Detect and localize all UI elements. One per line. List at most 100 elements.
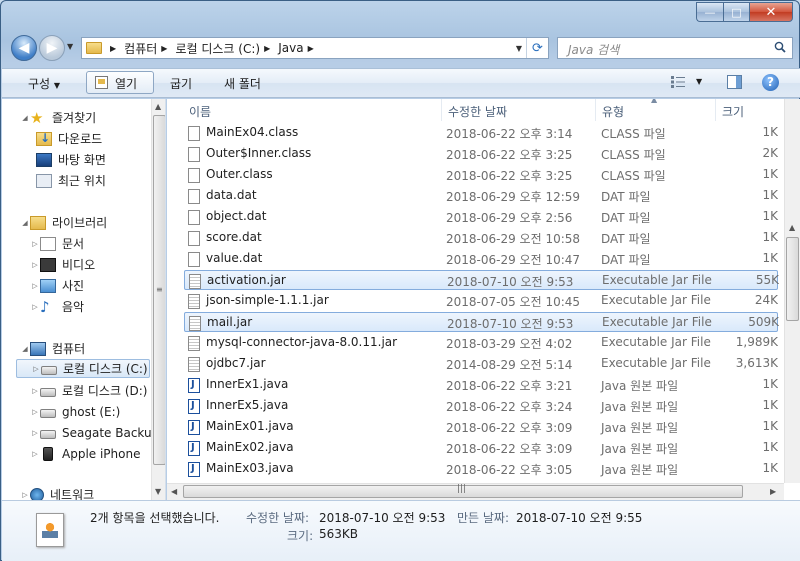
file-row[interactable]: object.dat 2018-06-29 오후 2:56 DAT 파일 1K xyxy=(184,207,778,227)
search-input[interactable]: Java 검색 xyxy=(557,37,793,59)
nav-drive-d[interactable]: ▷ 로컬 디스크 (D:) xyxy=(30,381,147,400)
column-name[interactable]: 이름 xyxy=(189,103,211,120)
file-row[interactable]: MainEx04.class 2018-06-22 오후 3:14 CLASS 파일… xyxy=(184,123,778,143)
file-row[interactable]: json-simple-1.1.1.jar 2018-07-05 오전 10:45… xyxy=(184,291,778,311)
file-size: 24K xyxy=(754,293,778,307)
nav-apple-iphone[interactable]: ▷ Apple iPhone xyxy=(30,444,140,463)
organize-button[interactable]: 구성 ▼ xyxy=(28,75,60,92)
recent-pages-dropdown[interactable]: ▼ xyxy=(67,42,73,51)
file-row[interactable]: Outer.class 2018-06-22 오후 3:25 CLASS 파일 1K xyxy=(184,165,778,185)
file-vertical-scrollbar[interactable]: ▲ xyxy=(784,99,800,483)
file-date: 2018-06-29 오전 10:58 xyxy=(446,232,581,246)
file-name: InnerEx1.java xyxy=(206,377,289,391)
file-type: CLASS 파일 xyxy=(601,148,666,162)
created-value: 2018-07-10 오전 9:55 xyxy=(516,511,643,525)
maximize-button[interactable]: □ xyxy=(723,2,749,22)
file-size: 1K xyxy=(762,125,778,139)
burn-button[interactable]: 굽기 xyxy=(170,75,192,92)
column-date[interactable]: 수정한 날짜 xyxy=(448,103,507,120)
nav-videos[interactable]: ▷ 비디오 xyxy=(30,255,95,274)
collapse-icon: ▷ xyxy=(22,490,28,499)
back-button[interactable]: ◀ xyxy=(11,35,37,61)
breadcrumb-drive-c[interactable]: 로컬 디스크 (C:) ▶ xyxy=(175,40,276,57)
breadcrumb-root[interactable]: ▶ xyxy=(106,44,122,53)
file-row[interactable]: data.dat 2018-06-29 오후 12:59 DAT 파일 1K xyxy=(184,186,778,206)
caption-buttons: — □ ✕ xyxy=(696,2,793,22)
scroll-right-icon[interactable]: ▶ xyxy=(770,487,776,496)
refresh-button[interactable]: ⟳ xyxy=(526,38,548,58)
file-size: 1,989K xyxy=(735,335,778,349)
file-row[interactable]: InnerEx5.java 2018-06-22 오후 3:24 Java 원본 파… xyxy=(184,396,778,416)
computer-icon xyxy=(30,341,46,356)
modified-value: 2018-07-10 오전 9:53 xyxy=(319,511,446,525)
size-value: 563KB xyxy=(319,527,359,541)
file-list: 이름 수정한 날짜 유형 ▲ 크기 MainEx04.class 2018-06-… xyxy=(167,99,800,500)
address-dropdown[interactable]: ▼ xyxy=(516,44,522,53)
nav-seagate-backup[interactable]: ▷ Seagate Backup xyxy=(30,423,159,442)
file-date: 2018-06-22 오후 3:14 xyxy=(446,127,573,141)
nav-drive-c[interactable]: ▷ 로컬 디스크 (C:) xyxy=(16,359,150,378)
open-button[interactable]: 열기 xyxy=(86,71,154,94)
help-icon[interactable]: ? xyxy=(762,74,779,91)
modified-label: 수정한 날짜: xyxy=(246,511,310,525)
nav-documents[interactable]: ▷ 문서 xyxy=(30,234,84,253)
java-file-icon xyxy=(188,462,200,477)
file-row[interactable]: MainEx02.java 2018-06-22 오후 3:09 Java 원본 파… xyxy=(184,438,778,458)
file-row[interactable]: mysql-connector-java-8.0.11.jar 2018-03-2… xyxy=(184,333,778,353)
file-size: 3,613K xyxy=(735,356,778,370)
grip-icon: ||| xyxy=(457,484,467,494)
nav-drive-e[interactable]: ▷ ghost (E:) xyxy=(30,402,120,421)
scroll-up-icon[interactable]: ▲ xyxy=(789,223,795,232)
close-button[interactable]: ✕ xyxy=(749,2,793,22)
file-horizontal-scrollbar[interactable]: ◀ ||| ▶ xyxy=(167,483,784,500)
file-row[interactable]: MainEx03.java 2018-06-22 오후 3:05 Java 원본 파… xyxy=(184,459,778,479)
scroll-down-icon[interactable]: ▼ xyxy=(155,487,161,496)
file-row[interactable]: mail.jar 2018-07-10 오전 9:53 Executable Jar… xyxy=(184,312,779,332)
nav-favorites[interactable]: ◢ ★ 즐겨찾기 xyxy=(20,108,96,127)
nav-computer[interactable]: ◢ 컴퓨터 xyxy=(20,339,85,358)
file-size: 1K xyxy=(762,398,778,412)
refresh-icon: ⟳ xyxy=(532,40,543,56)
star-icon: ★ xyxy=(30,108,44,127)
breadcrumb-java[interactable]: Java ▶ xyxy=(278,41,320,55)
file-row[interactable]: Outer$Inner.class 2018-06-22 오후 3:25 CLASS… xyxy=(184,144,778,164)
file-row[interactable]: ojdbc7.jar 2014-08-29 오전 5:14 Executable J… xyxy=(184,354,778,374)
drive-icon xyxy=(40,429,56,439)
view-dropdown[interactable]: ▼ xyxy=(696,77,702,86)
file-scroll-thumb[interactable] xyxy=(786,237,799,321)
preview-pane-icon[interactable] xyxy=(727,75,742,89)
nav-pictures[interactable]: ▷ 사진 xyxy=(30,276,84,295)
scroll-left-icon[interactable]: ◀ xyxy=(171,487,177,496)
file-date: 2018-06-22 오후 3:09 xyxy=(446,421,573,435)
file-row[interactable]: MainEx01.java 2018-06-22 오후 3:09 Java 원본 파… xyxy=(184,417,778,437)
scroll-up-icon[interactable]: ▲ xyxy=(155,102,161,111)
file-row[interactable]: score.dat 2018-06-29 오전 10:58 DAT 파일 1K xyxy=(184,228,778,248)
nav-recent-places[interactable]: 최근 위치 xyxy=(36,171,106,190)
file-row[interactable]: activation.jar 2018-07-10 오전 9:53 Executab… xyxy=(184,270,779,290)
nav-libraries[interactable]: ◢ 라이브러리 xyxy=(20,213,107,232)
forward-button[interactable]: ▶ xyxy=(39,35,65,61)
new-folder-button[interactable]: 새 폴더 xyxy=(224,75,261,92)
column-type[interactable]: 유형 xyxy=(602,103,624,120)
view-options-icon[interactable] xyxy=(671,76,685,88)
file-row[interactable]: InnerEx1.java 2018-06-22 오후 3:21 Java 원본 파… xyxy=(184,375,778,395)
column-divider[interactable] xyxy=(715,99,716,121)
file-date: 2018-07-10 오전 9:53 xyxy=(447,317,574,331)
phone-icon xyxy=(43,446,53,461)
file-icon xyxy=(188,168,200,183)
file-date: 2018-06-22 오후 3:21 xyxy=(446,379,573,393)
column-divider[interactable] xyxy=(441,99,442,121)
address-bar[interactable]: ▶ 컴퓨터 ▶ 로컬 디스크 (C:) ▶ Java ▶ ▼ ⟳ xyxy=(81,37,549,59)
file-row[interactable]: value.dat 2018-06-29 오전 10:47 DAT 파일 1K xyxy=(184,249,778,269)
column-divider[interactable] xyxy=(595,99,596,121)
nav-scrollbar[interactable]: ▲ ≡ ▼ xyxy=(151,99,165,500)
column-size[interactable]: 크기 xyxy=(722,103,744,120)
nav-downloads[interactable]: 다운로드 xyxy=(36,129,102,148)
minimize-button[interactable]: — xyxy=(696,2,723,22)
nav-music[interactable]: ▷ ♪ 음악 xyxy=(30,297,84,316)
breadcrumb-computer[interactable]: 컴퓨터 ▶ xyxy=(124,40,173,57)
nav-network[interactable]: ▷ 네트워크 xyxy=(20,485,94,500)
file-date: 2018-06-22 오후 3:09 xyxy=(446,442,573,456)
nav-desktop[interactable]: 바탕 화면 xyxy=(36,150,106,169)
file-name: ojdbc7.jar xyxy=(206,356,266,370)
